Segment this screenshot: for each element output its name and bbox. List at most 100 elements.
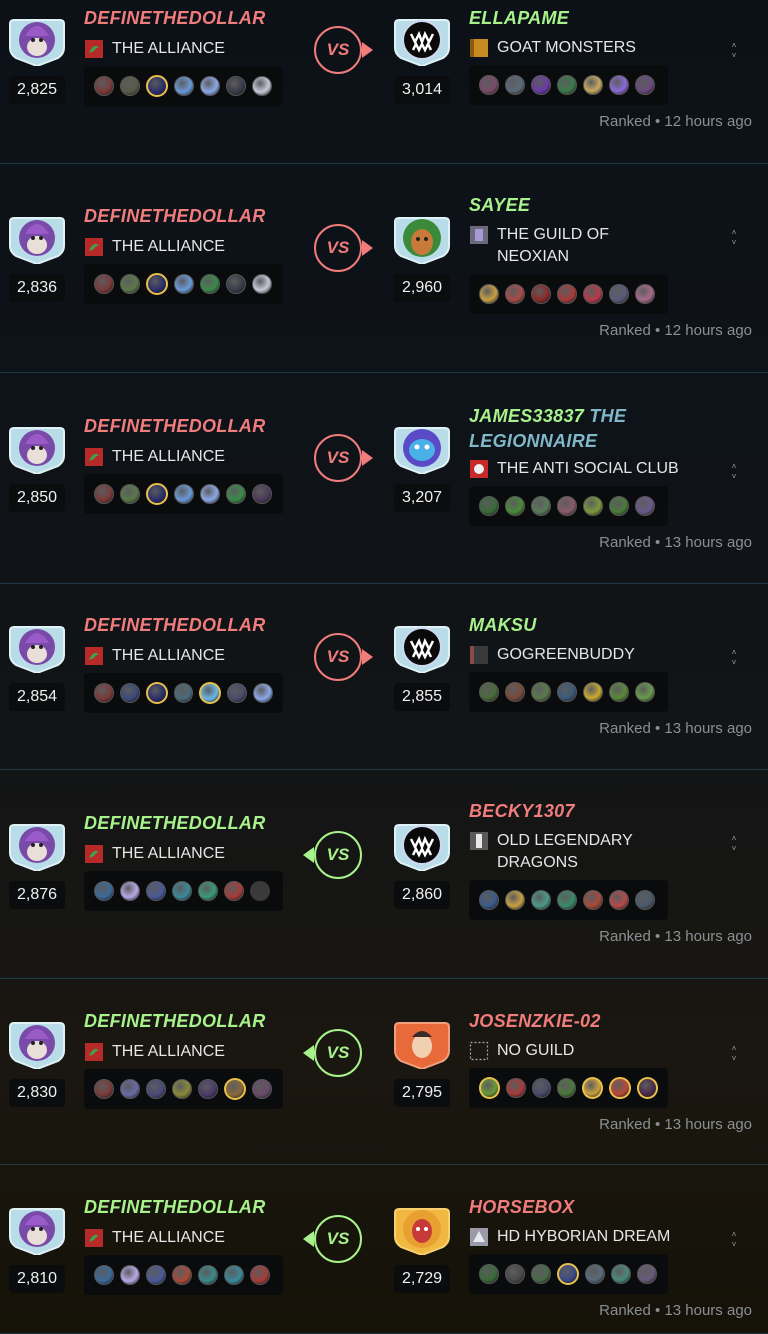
unit-card-icon[interactable] <box>609 284 629 304</box>
opponent-name[interactable]: JAMES33837 THE LEGIONNAIRE <box>469 404 669 454</box>
opponent-avatar[interactable] <box>393 212 451 264</box>
unit-card-icon[interactable] <box>174 484 194 504</box>
expand-chevron-icon[interactable]: ˄ ˅ <box>730 41 738 61</box>
opponent-name[interactable]: SAYEE <box>469 195 530 216</box>
unit-card-icon[interactable] <box>583 496 603 516</box>
player-team[interactable] <box>84 474 283 514</box>
unit-card-icon[interactable] <box>609 496 629 516</box>
unit-card-icon[interactable] <box>479 75 499 95</box>
battle-card[interactable]: 2,825 DEFINETHEDOLLAR THE ALLIANCE VS 3,014… <box>0 0 768 164</box>
unit-card-icon[interactable] <box>252 274 272 294</box>
unit-card-icon[interactable] <box>120 484 140 504</box>
unit-card-icon[interactable] <box>479 890 499 910</box>
player-name[interactable]: DEFINETHEDOLLAR <box>84 8 266 29</box>
expand-chevron-icon[interactable]: ˄ ˅ <box>730 648 738 668</box>
opponent-team[interactable] <box>469 672 668 712</box>
opponent-name[interactable]: JOSENZKIE-02 <box>469 1011 601 1032</box>
opponent-name[interactable]: BECKY1307 <box>469 801 575 822</box>
opponent-name[interactable]: MAKSU <box>469 615 537 636</box>
unit-card-icon[interactable] <box>200 76 220 96</box>
battle-card[interactable]: 2,810 DEFINETHEDOLLAR THE ALLIANCE VS 2,729… <box>0 1165 768 1334</box>
opponent-avatar[interactable] <box>393 14 451 66</box>
unit-card-icon[interactable] <box>146 483 168 505</box>
opponent-avatar[interactable] <box>393 621 451 673</box>
player-avatar[interactable] <box>8 212 66 264</box>
unit-card-icon[interactable] <box>479 1077 501 1099</box>
unit-card-icon[interactable] <box>505 496 525 516</box>
unit-card-icon[interactable] <box>174 76 194 96</box>
opponent-guild[interactable]: THE GUILD OF NEOXIAN <box>469 224 639 268</box>
unit-card-icon[interactable] <box>94 1079 114 1099</box>
player-name[interactable]: DEFINETHEDOLLAR <box>84 1011 266 1032</box>
player-name[interactable]: DEFINETHEDOLLAR <box>84 416 266 437</box>
unit-card-icon[interactable] <box>172 1265 192 1285</box>
unit-card-icon[interactable] <box>172 881 192 901</box>
player-team[interactable] <box>84 264 283 304</box>
unit-card-icon[interactable] <box>120 1265 140 1285</box>
unit-card-icon[interactable] <box>635 496 655 516</box>
unit-card-icon[interactable] <box>531 890 551 910</box>
unit-card-icon[interactable] <box>250 881 270 901</box>
opponent-guild[interactable]: HD HYBORIAN DREAM <box>469 1226 670 1254</box>
player-guild[interactable]: THE ALLIANCE <box>84 1041 225 1069</box>
unit-card-icon[interactable] <box>146 1079 166 1099</box>
unit-card-icon[interactable] <box>226 76 246 96</box>
unit-card-icon[interactable] <box>479 1264 499 1284</box>
unit-card-icon[interactable] <box>583 75 603 95</box>
unit-card-icon[interactable] <box>173 683 194 703</box>
battle-card[interactable]: 2,876 DEFINETHEDOLLAR THE ALLIANCE VS 2,860… <box>0 770 768 979</box>
unit-card-icon[interactable] <box>583 284 603 304</box>
unit-card-icon[interactable] <box>94 1265 114 1285</box>
player-team[interactable] <box>84 673 283 713</box>
unit-card-icon[interactable] <box>146 1265 166 1285</box>
unit-card-icon[interactable] <box>635 682 655 702</box>
unit-card-icon[interactable] <box>557 682 577 702</box>
unit-card-icon[interactable] <box>119 683 140 703</box>
unit-card-icon[interactable] <box>505 1264 525 1284</box>
unit-card-icon[interactable] <box>531 75 551 95</box>
battle-card[interactable]: 2,850 DEFINETHEDOLLAR THE ALLIANCE VS 3,207… <box>0 373 768 584</box>
opponent-guild[interactable]: NO GUILD <box>469 1040 574 1068</box>
opponent-avatar[interactable] <box>393 1017 451 1069</box>
unit-card-icon[interactable] <box>94 274 114 294</box>
unit-card-icon[interactable] <box>531 496 551 516</box>
expand-chevron-icon[interactable]: ˄ ˅ <box>730 228 738 248</box>
player-team[interactable] <box>84 66 283 106</box>
unit-card-icon[interactable] <box>199 682 222 704</box>
unit-card-icon[interactable] <box>479 682 499 702</box>
player-guild[interactable]: THE ALLIANCE <box>84 1227 225 1255</box>
player-team[interactable] <box>84 1069 283 1109</box>
battle-card[interactable]: 2,836 DEFINETHEDOLLAR THE ALLIANCE VS 2,960… <box>0 164 768 373</box>
unit-card-icon[interactable] <box>224 1265 244 1285</box>
player-avatar[interactable] <box>8 422 66 474</box>
expand-chevron-icon[interactable]: ˄ ˅ <box>730 1230 738 1250</box>
unit-card-icon[interactable] <box>531 682 551 702</box>
opponent-team[interactable] <box>469 486 668 526</box>
unit-card-icon[interactable] <box>582 1077 604 1099</box>
opponent-guild[interactable]: GOGREENBUDDY <box>469 644 635 672</box>
unit-card-icon[interactable] <box>198 1265 218 1285</box>
expand-chevron-icon[interactable]: ˄ ˅ <box>730 462 738 482</box>
unit-card-icon[interactable] <box>146 75 168 97</box>
unit-card-icon[interactable] <box>120 881 140 901</box>
player-team[interactable] <box>84 1255 283 1295</box>
player-avatar[interactable] <box>8 1203 66 1255</box>
unit-card-icon[interactable] <box>637 1264 657 1284</box>
opponent-name[interactable]: ELLAPAME <box>469 8 569 29</box>
unit-card-icon[interactable] <box>635 890 655 910</box>
player-avatar[interactable] <box>8 14 66 66</box>
unit-card-icon[interactable] <box>94 76 114 96</box>
unit-card-icon[interactable] <box>609 682 629 702</box>
unit-card-icon[interactable] <box>583 890 603 910</box>
unit-card-icon[interactable] <box>557 284 577 304</box>
unit-card-icon[interactable] <box>224 881 244 901</box>
unit-card-icon[interactable] <box>120 76 140 96</box>
unit-card-icon[interactable] <box>146 273 168 295</box>
unit-card-icon[interactable] <box>505 890 525 910</box>
unit-card-icon[interactable] <box>557 890 577 910</box>
unit-card-icon[interactable] <box>585 1264 605 1284</box>
opponent-team[interactable] <box>469 880 668 920</box>
unit-card-icon[interactable] <box>479 496 499 516</box>
unit-card-icon[interactable] <box>174 274 194 294</box>
unit-card-icon[interactable] <box>94 484 114 504</box>
